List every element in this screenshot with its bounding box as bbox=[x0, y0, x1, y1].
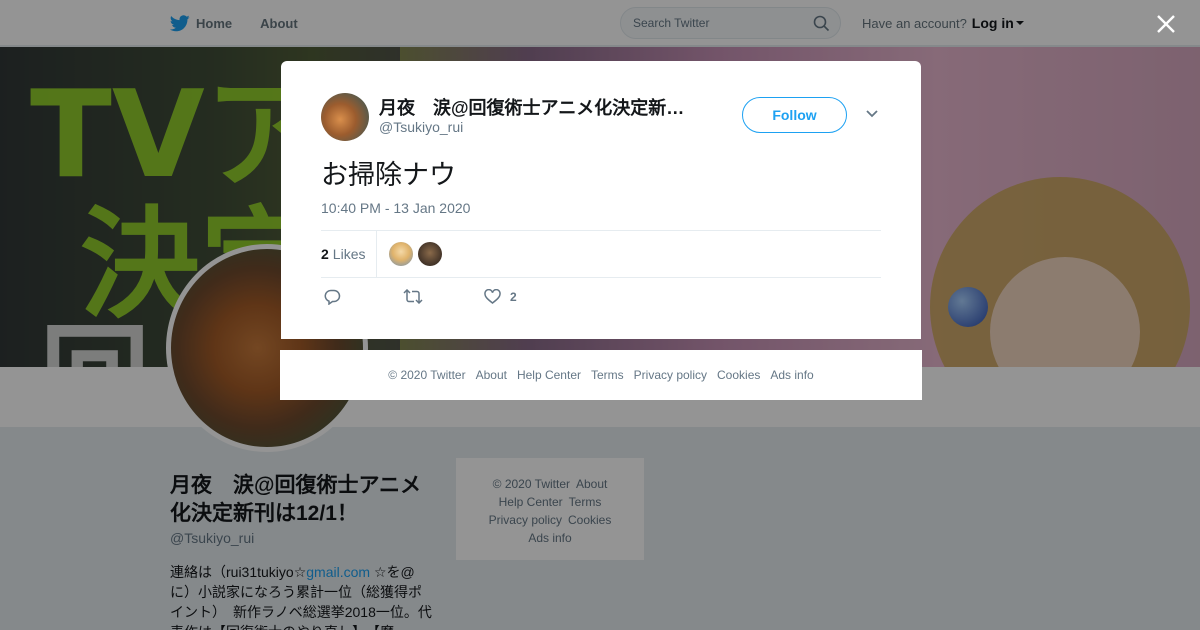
stats-divider bbox=[376, 231, 377, 277]
modal-footer-cookies[interactable]: Cookies bbox=[717, 368, 760, 382]
modal-footer-about[interactable]: About bbox=[476, 368, 507, 382]
likes-stat[interactable]: 2 Likes bbox=[321, 246, 365, 262]
modal-footer: © 2020 Twitter About Help Center Terms P… bbox=[280, 350, 922, 400]
close-icon[interactable] bbox=[1156, 14, 1176, 34]
heart-icon bbox=[484, 289, 501, 304]
tweet-author-avatar[interactable] bbox=[321, 93, 369, 141]
tweet-timestamp[interactable]: 10:40 PM - 13 Jan 2020 bbox=[321, 200, 470, 216]
modal-footer-ads[interactable]: Ads info bbox=[770, 368, 813, 382]
tweet-modal: 月夜 涙@回復術士アニメ化決定新… @Tsukiyo_rui Follow お掃… bbox=[281, 61, 921, 339]
tweet-actions: 2 bbox=[321, 289, 621, 309]
tweet-stats: 2 Likes bbox=[321, 230, 881, 278]
liker-avatar[interactable] bbox=[418, 242, 442, 266]
reply-action[interactable] bbox=[324, 289, 350, 305]
likes-count: 2 bbox=[321, 246, 329, 262]
modal-footer-help[interactable]: Help Center bbox=[517, 368, 581, 382]
modal-footer-terms[interactable]: Terms bbox=[591, 368, 624, 382]
tweet-author-name[interactable]: 月夜 涙@回復術士アニメ化決定新… bbox=[379, 94, 694, 120]
chevron-down-icon[interactable] bbox=[865, 109, 879, 119]
tweet-text: お掃除ナウ bbox=[321, 160, 456, 191]
retweet-action[interactable] bbox=[403, 289, 432, 304]
retweet-icon bbox=[403, 289, 423, 304]
like-count: 2 bbox=[510, 289, 517, 304]
modal-footer-copyright: © 2020 Twitter bbox=[388, 368, 466, 382]
like-action[interactable]: 2 bbox=[484, 289, 517, 304]
modal-footer-privacy[interactable]: Privacy policy bbox=[634, 368, 707, 382]
tweet-author-handle[interactable]: @Tsukiyo_rui bbox=[379, 119, 463, 135]
reply-icon bbox=[324, 289, 341, 305]
liker-avatar[interactable] bbox=[389, 242, 413, 266]
likes-label: Likes bbox=[332, 246, 366, 262]
follow-button[interactable]: Follow bbox=[742, 97, 847, 133]
